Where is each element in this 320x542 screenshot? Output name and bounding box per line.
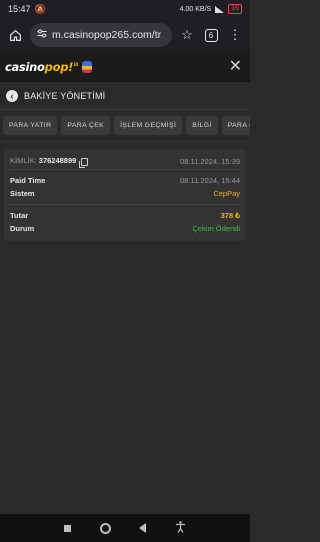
amount-row: Tutar 378 ₺ [10,209,240,222]
site-settings-icon[interactable] [37,29,47,41]
tab-transaction-history[interactable]: İŞLEM GEÇMİŞİ [114,116,183,135]
network-speed: 4.00 KB/S [179,5,212,13]
transaction-created-date: 08.11.2024, 15:39 [180,156,240,166]
system-value: CepPay [213,189,240,198]
address-bar[interactable]: m.casinopop265.com/tr [30,23,172,47]
tab-deposit[interactable]: PARA YATIR [3,116,58,135]
transaction-card: KİMLİK: 376248899 08.11.2024, 15:39 Paid… [4,149,246,241]
logo-main-text: casino [5,59,45,74]
status-time: 15:47 [8,4,31,14]
divider [10,204,240,205]
amount-value: 378 ₺ [220,211,240,220]
browser-menu-icon[interactable]: ⋮ [226,26,244,44]
mascot-icon [82,60,93,73]
close-icon[interactable]: ✕ [229,58,242,75]
copy-icon[interactable] [79,157,89,168]
back-arrow-icon[interactable]: ‹ [6,89,18,102]
page-title: BAKİYE YÖNETİMİ [24,90,106,101]
back-icon[interactable] [139,523,147,533]
url-text[interactable]: m.casinopop265.com/tr [52,29,161,41]
home-button-icon[interactable] [99,522,111,534]
paid-time-row: Paid Time 08.11.2024, 15:44 [10,174,240,187]
page-header: ‹ BAKİYE YÖNETİMİ [0,82,250,110]
system-row: Sistem CepPay [10,187,240,200]
balance-tabs: PARA YATIR PARA ÇEK İŞLEM GEÇMİŞİ BİLGİ … [0,110,250,142]
transaction-id-value: 376248899 [38,156,77,166]
paid-time-label: Paid Time [10,176,46,185]
tab-withdraw[interactable]: PARA ÇEK [61,116,111,135]
bookmark-star-icon[interactable]: ☆ [178,26,196,44]
battery-indicator: 16 [228,4,242,14]
tab-switcher-button[interactable]: 6 [202,26,220,44]
status-value: Çekim Ödendi [192,224,240,233]
browser-toolbar: m.casinopop265.com/tr ☆ 6 ⋮ [0,18,250,52]
system-label: Sistem [10,189,35,198]
home-icon[interactable] [6,26,24,44]
status-row: Durum Çekim Ödendi [10,222,240,235]
logo-age-badge: 18 [73,61,79,67]
status-label: Durum [10,224,35,233]
casinopop-logo[interactable]: casinopop!18 [5,59,93,74]
logo-pop-text: pop! [44,59,74,74]
transaction-id-row: KİMLİK: 376248899 08.11.2024, 15:39 [10,153,240,170]
signal-icon [215,5,225,13]
android-nav-bar [0,514,250,542]
accessibility-icon[interactable] [175,520,186,536]
system-status-bar: 15:47 🔕 4.00 KB/S 16 [0,0,250,18]
amount-label: Tutar [10,211,29,220]
tab-withdrawals[interactable]: PARA ÇEKM [221,116,250,135]
recents-icon[interactable] [64,524,72,532]
paid-time-value: 08.11.2024, 15:44 [180,176,240,185]
tab-count: 6 [204,28,218,42]
tab-info[interactable]: BİLGİ [186,116,218,135]
mute-icon: 🔕 [34,3,46,14]
site-header: casinopop!18 ✕ [0,52,250,82]
transaction-id-label: KİMLİK: [10,156,37,166]
